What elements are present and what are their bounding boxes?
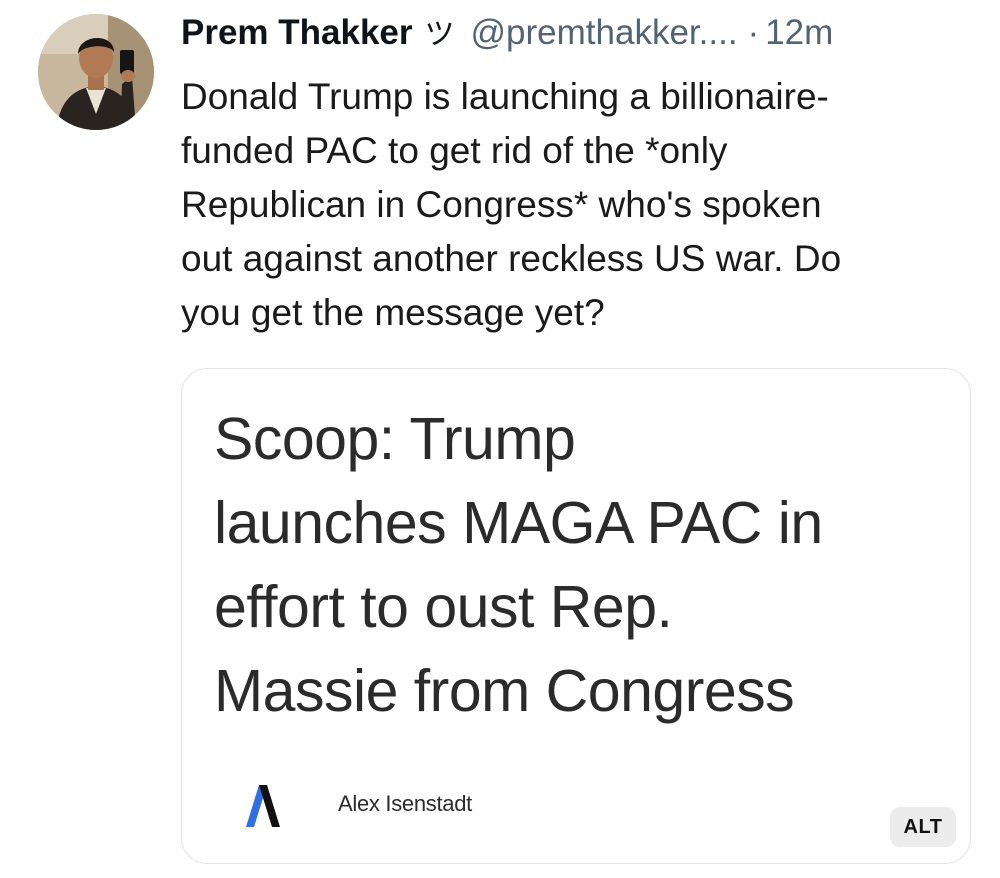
avatar-photo-icon (38, 14, 154, 130)
header-separator: · (747, 13, 760, 52)
post: Prem Thakker ツ @premthakker.... · 12m Do… (0, 0, 1000, 878)
alt-text-button[interactable]: ALT (890, 807, 956, 847)
post-header: Prem Thakker ツ @premthakker.... · 12m (181, 8, 981, 58)
card-byline: Alex Isenstadt (338, 791, 472, 816)
media-card[interactable]: Scoop: Trump launches MAGA PAC in effort… (181, 368, 971, 864)
card-headline: Scoop: Trump launches MAGA PAC in effort… (214, 406, 823, 724)
author-emoji: ツ (424, 18, 455, 51)
avatar[interactable] (38, 14, 154, 130)
post-timestamp[interactable]: 12m (765, 8, 833, 58)
author-display-name[interactable]: Prem Thakker (181, 8, 413, 58)
author-handle[interactable]: @premthakker.... (471, 8, 738, 58)
post-text: Donald Trump is launching a billionaire-… (181, 76, 842, 333)
axios-logo-icon (246, 785, 280, 827)
